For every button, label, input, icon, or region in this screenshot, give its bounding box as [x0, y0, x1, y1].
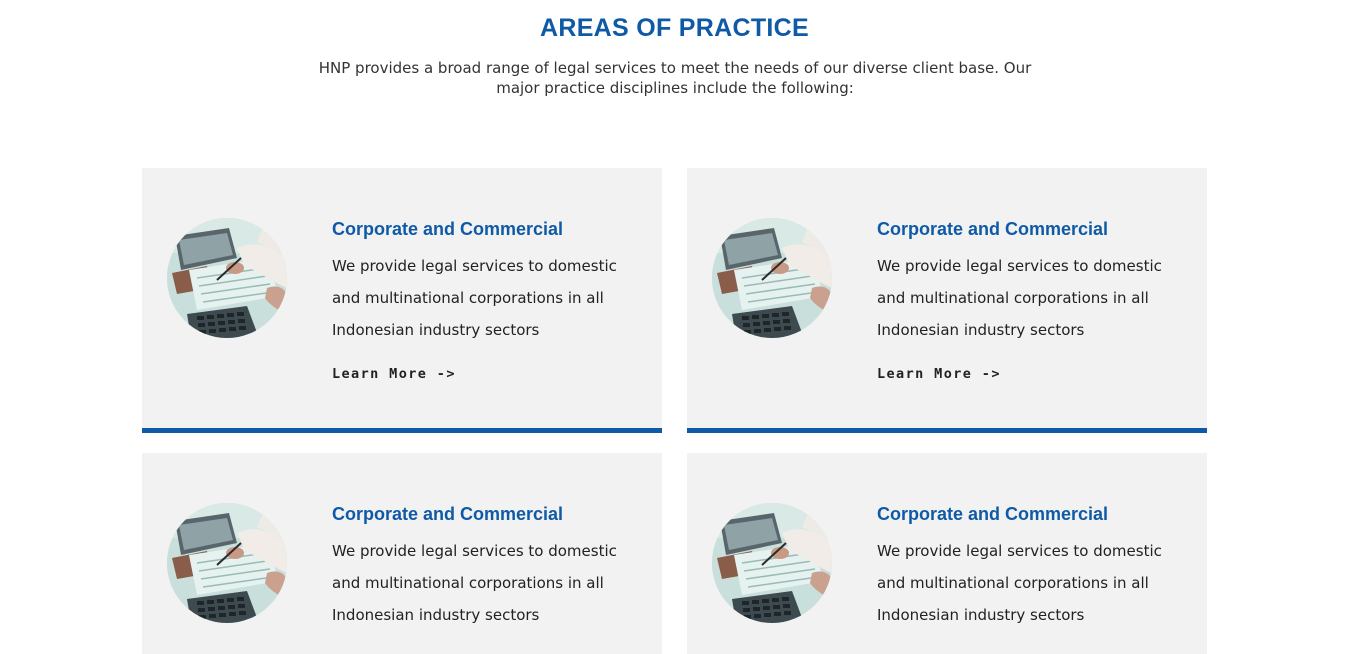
practice-photo	[167, 503, 287, 623]
practice-card: Corporate and Commercial We provide lega…	[142, 453, 662, 654]
practice-card-title: Corporate and Commercial	[877, 504, 1109, 524]
practice-photo	[712, 503, 832, 623]
learn-more-link[interactable]: Learn More ->	[332, 366, 456, 382]
practice-photo	[712, 218, 832, 338]
practice-card: Corporate and Commercial We provide lega…	[142, 168, 662, 433]
practice-areas-section: AREAS OF PRACTICE HNP provides a broad r…	[0, 0, 1349, 654]
practice-photo	[167, 218, 287, 338]
practice-card: Corporate and Commercial We provide lega…	[687, 168, 1207, 433]
learn-more-link[interactable]: Learn More ->	[877, 366, 1001, 382]
practice-card-description: We provide legal services to domestic an…	[332, 542, 617, 624]
practice-card-description: We provide legal services to domestic an…	[332, 257, 617, 339]
section-title: AREAS OF PRACTICE	[539, 14, 809, 42]
practice-card-description: We provide legal services to domestic an…	[877, 542, 1162, 624]
practice-card-title: Corporate and Commercial	[332, 219, 564, 239]
practice-card: Corporate and Commercial We provide lega…	[687, 453, 1207, 654]
practice-card-title: Corporate and Commercial	[332, 504, 564, 524]
practice-card-description: We provide legal services to domestic an…	[877, 257, 1162, 339]
section-intro: HNP provides a broad range of legal serv…	[318, 59, 1032, 97]
practice-card-title: Corporate and Commercial	[877, 219, 1109, 239]
